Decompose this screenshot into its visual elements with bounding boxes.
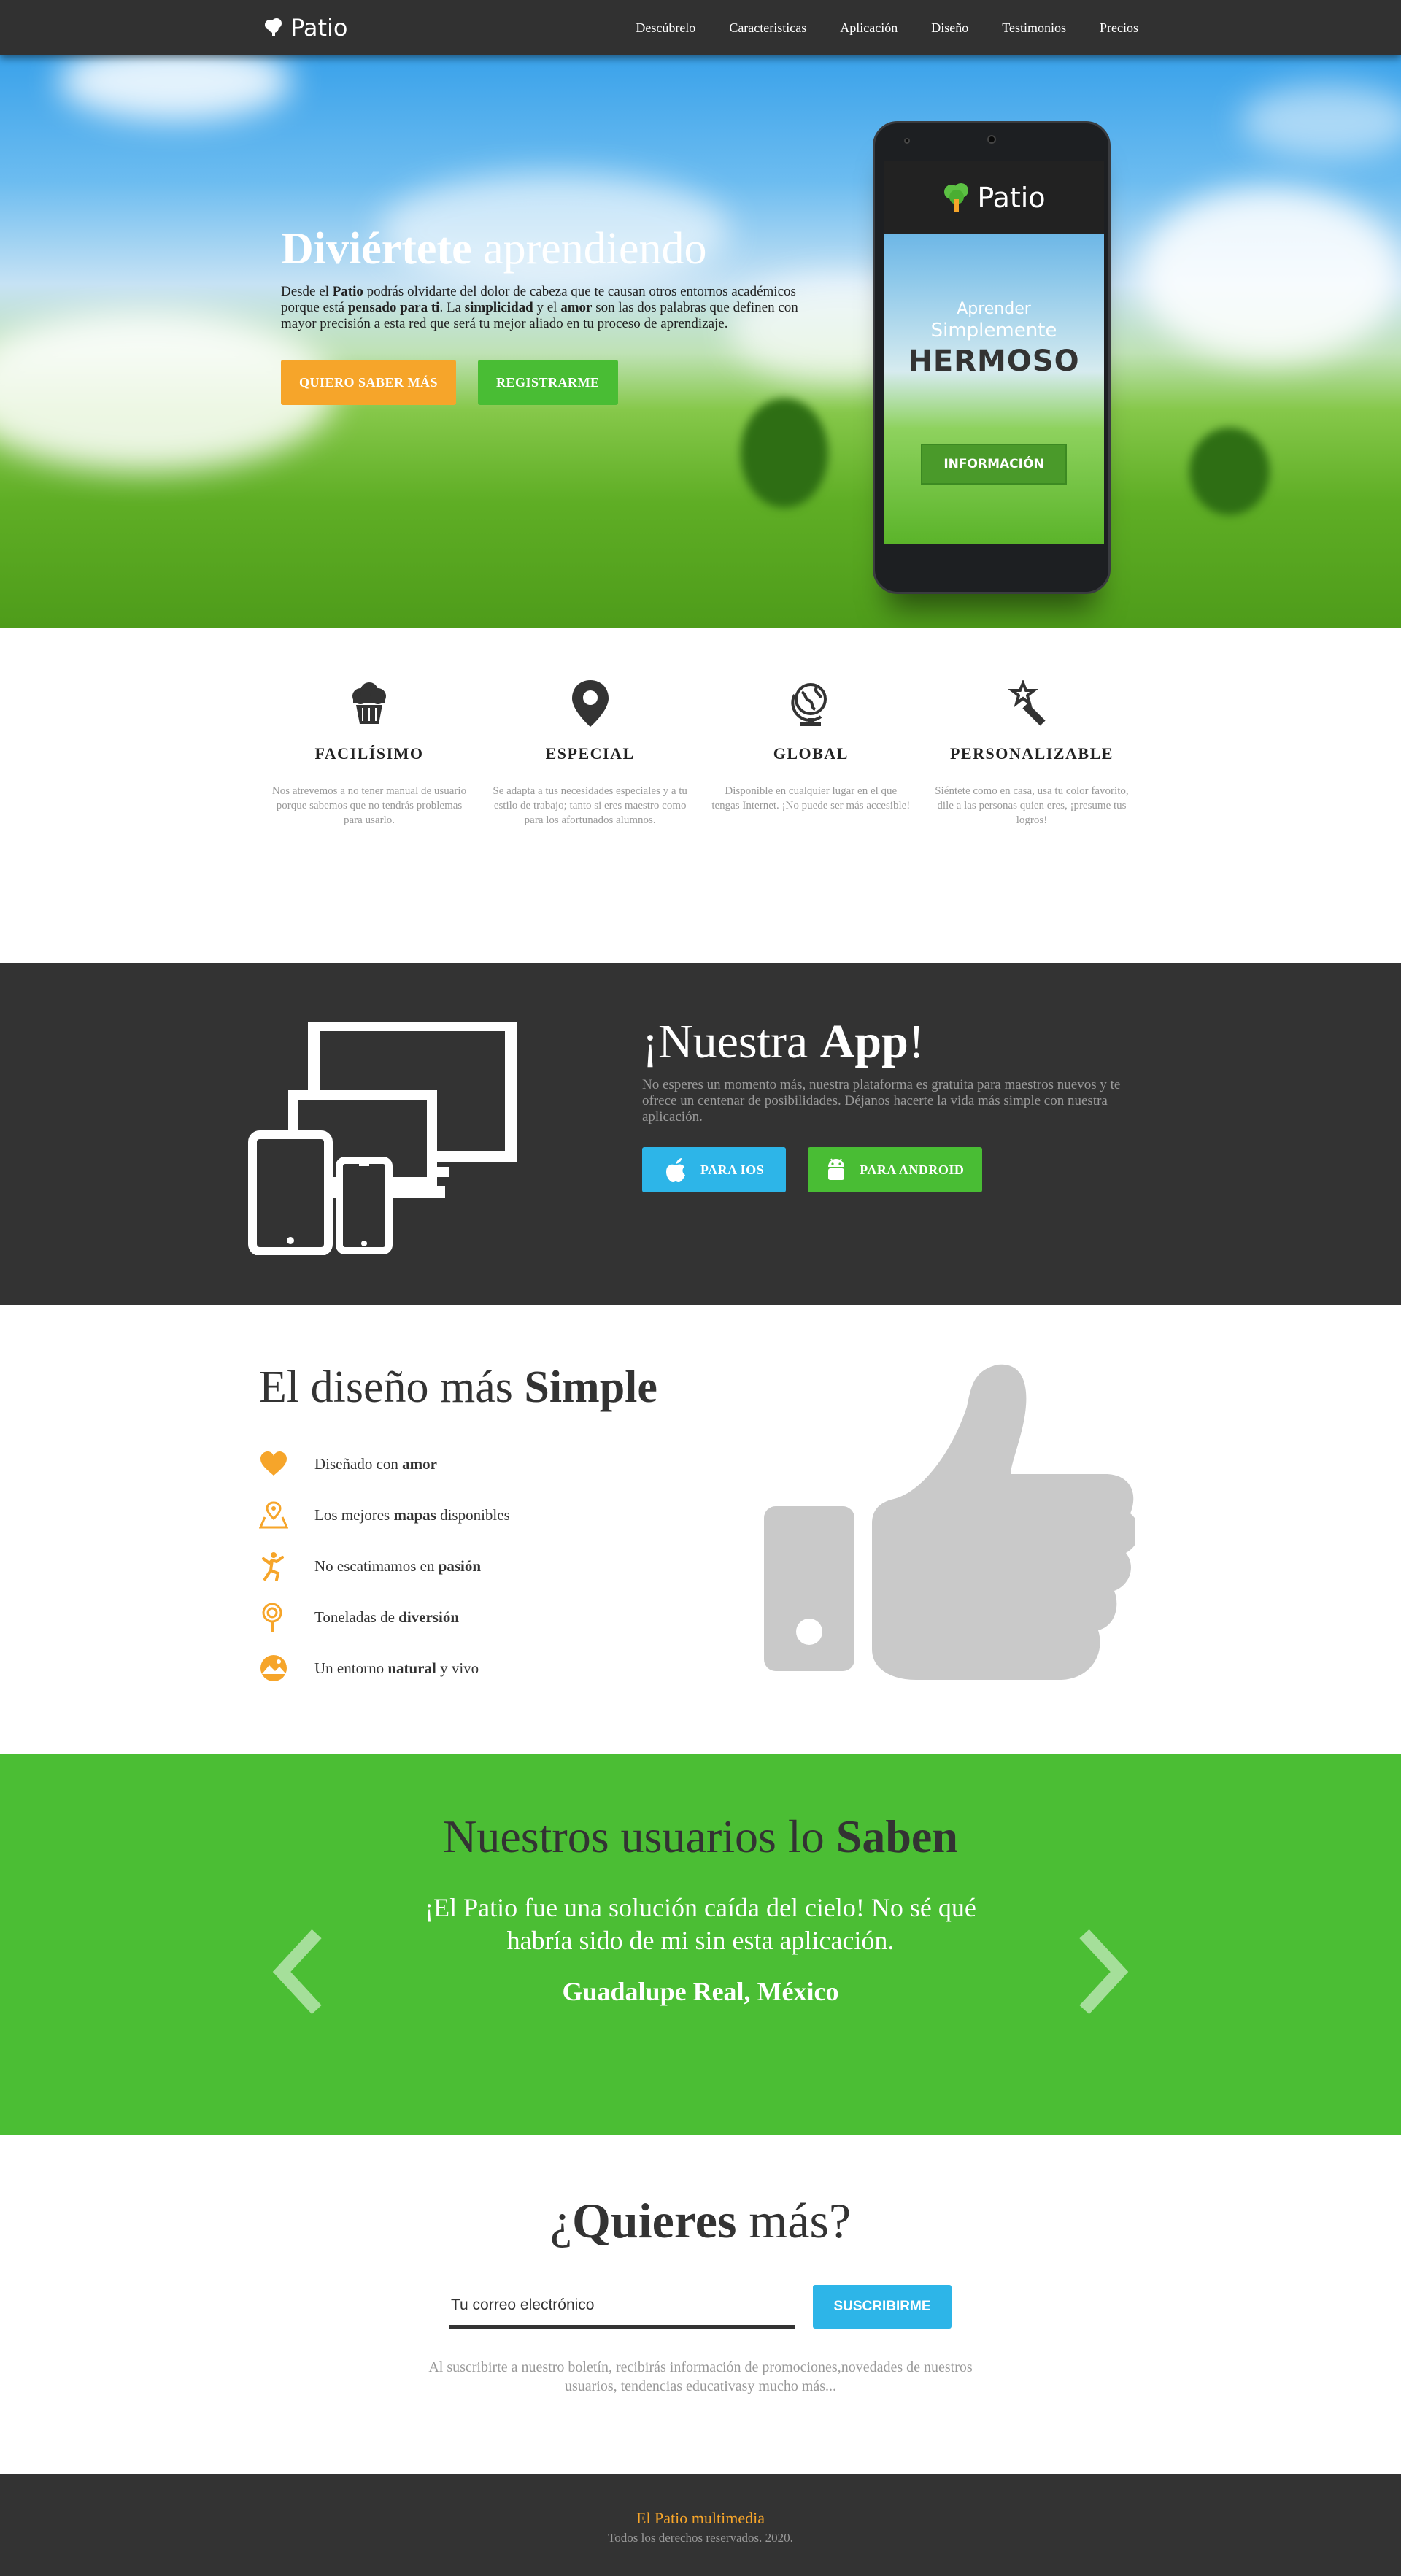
feature-global: GLOBAL Disponible en cualquier lugar en … — [711, 679, 910, 828]
android-button-label: PARA ANDROID — [860, 1162, 965, 1177]
cloud-decoration — [1138, 187, 1401, 362]
brand-logo[interactable]: Patio — [263, 14, 347, 42]
phone-line-simplemente: Simplemente — [930, 320, 1057, 342]
magic-wand-icon — [1008, 680, 1046, 726]
nav-link-diseno[interactable]: Diseño — [931, 20, 968, 36]
cupcake-icon — [352, 682, 386, 724]
thumbs-up-icon — [764, 1364, 1135, 1680]
phone-line-aprender: Aprender — [957, 300, 1031, 318]
nav-link-caracteristicas[interactable]: Caracteristicas — [729, 20, 806, 36]
register-button[interactable]: REGISTRARME — [478, 360, 618, 405]
testimonial-quote: ¡El Patio fue una solución caída del cie… — [425, 1893, 976, 1955]
phone-info-button[interactable]: INFORMACIÓN — [921, 444, 1067, 485]
design-section: El diseño más Simple Diseñado con amor L… — [0, 1305, 1401, 1754]
cloud-decoration — [58, 55, 292, 121]
feature-text: Disponible en cualquier lugar en el que … — [711, 785, 911, 811]
testimonial-author: Guadalupe Real, México — [562, 1977, 839, 2006]
globe-icon — [791, 683, 827, 726]
footer-copyright: Todos los derechos reservados. 2020. — [608, 2531, 793, 2545]
nav-link-aplicacion[interactable]: Aplicación — [840, 20, 898, 36]
feature-text: Se adapta a tus necesidades especiales y… — [493, 785, 687, 826]
feature-title: GLOBAL — [773, 744, 849, 763]
feature-title: FACILÍSIMO — [314, 744, 424, 763]
feature-title: PERSONALIZABLE — [949, 744, 1114, 763]
chevron-left-icon[interactable] — [271, 1929, 327, 2014]
feature-especial: ESPECIAL Se adapta a tus necesidades esp… — [491, 679, 690, 828]
tree-logo-icon — [265, 18, 282, 36]
list-item: Un entorno natural y vivo — [259, 1643, 726, 1694]
newsletter-form: SUSCRIBIRME — [0, 2285, 1401, 2329]
ios-download-button[interactable]: PARA IOS — [642, 1147, 787, 1192]
footer-brand: El Patio multimedia — [636, 2509, 765, 2527]
app-info: ¡Nuestra App! No esperes un momento más,… — [642, 963, 1138, 1305]
feature-text: Siéntete como en casa, usa tu color favo… — [935, 785, 1129, 826]
phone-line-hermoso: HERMOSO — [908, 344, 1080, 378]
thumbs-up-illustration — [726, 1305, 1142, 1754]
app-section: ¡Nuestra App! No esperes un momento más,… — [0, 963, 1401, 1305]
list-item: Los mejores mapas disponibles — [259, 1489, 726, 1540]
learn-more-button[interactable]: QUIERO SABER MÁS — [281, 360, 457, 405]
hero-content: Diviértete aprendiendo Desde el Patio po… — [281, 223, 821, 405]
heart-icon — [260, 1451, 287, 1476]
landscape-icon — [260, 1655, 287, 1681]
devices-illustration — [248, 963, 620, 1305]
design-title: El diseño más Simple — [259, 1362, 657, 1412]
phone-brand: Patio — [977, 182, 1046, 214]
app-description: No esperes un momento más, nuestra plata… — [642, 1077, 1121, 1125]
hero-section: Diviértete aprendiendo Desde el Patio po… — [0, 55, 1401, 628]
app-buttons: PARA IOS PARA ANDROID — [642, 1147, 1138, 1192]
newsletter-title: ¿Quieres más? — [549, 2193, 852, 2248]
chevron-right-icon[interactable] — [1074, 1929, 1130, 2014]
email-input[interactable] — [449, 2285, 795, 2329]
testimonials-section: Nuestros usuarios lo Saben ¡El Patio fue… — [0, 1754, 1401, 2135]
tree-decoration — [741, 398, 828, 508]
hero-title: Diviértete aprendiendo — [281, 224, 707, 274]
devices-icon — [248, 1022, 517, 1255]
ios-button-label: PARA IOS — [700, 1162, 765, 1177]
hero-buttons: QUIERO SABER MÁS REGISTRARME — [281, 360, 821, 405]
cloud-decoration — [1240, 85, 1401, 158]
phone-app-header: Patio — [884, 161, 1104, 234]
phone-sensor — [904, 138, 910, 144]
newsletter-section: ¿Quieres más? SUSCRIBIRME Al suscribirte… — [0, 2135, 1401, 2474]
feature-title: ESPECIAL — [545, 744, 635, 763]
phone-screen: Patio Aprender Simplemente HERMOSO INFOR… — [884, 161, 1104, 544]
nav-link-descubrelo[interactable]: Descúbrelo — [636, 20, 695, 36]
app-title: ¡Nuestra App! — [642, 1015, 925, 1068]
phone-mockup: Patio Aprender Simplemente HERMOSO INFOR… — [873, 121, 1111, 594]
subscribe-button[interactable]: SUSCRIBIRME — [813, 2285, 952, 2329]
design-content: El diseño más Simple Diseñado con amor L… — [259, 1305, 726, 1754]
android-icon — [828, 1158, 845, 1180]
features-section: FACILÍSIMO Nos atrevemos a no tener manu… — [0, 628, 1401, 963]
apple-icon — [666, 1158, 685, 1182]
testimonials-title: Nuestros usuarios lo Saben — [443, 1810, 958, 1862]
brand-name: Patio — [290, 14, 348, 42]
top-navbar: Patio Descúbrelo Caracteristicas Aplicac… — [0, 0, 1401, 55]
feature-facilisimo: FACILÍSIMO Nos atrevemos a no tener manu… — [270, 679, 468, 828]
design-feature-list: Diseñado con amor Los mejores mapas disp… — [259, 1438, 726, 1694]
map-icon — [259, 1501, 288, 1529]
list-item: Toneladas de diversión — [259, 1592, 726, 1643]
tree-logo-icon — [944, 183, 969, 212]
list-item: No escatimamos en pasión — [259, 1540, 726, 1592]
feature-text: Nos atrevemos a no tener manual de usuar… — [271, 785, 467, 826]
phone-camera — [987, 135, 996, 144]
map-pin-icon — [571, 680, 609, 727]
hero-description: Desde el Patio podrás olvidarte del dolo… — [281, 284, 798, 331]
list-item: Diseñado con amor — [259, 1438, 726, 1489]
nav-link-precios[interactable]: Precios — [1100, 20, 1138, 36]
feature-personalizable: PERSONALIZABLE Siéntete como en casa, us… — [933, 679, 1131, 828]
android-download-button[interactable]: PARA ANDROID — [808, 1147, 983, 1192]
lollipop-icon — [262, 1603, 282, 1632]
newsletter-note: Al suscribirte a nuestro boletín, recibi… — [428, 2359, 973, 2394]
runner-icon — [262, 1552, 284, 1581]
tree-decoration — [1189, 428, 1270, 515]
footer: El Patio multimedia Todos los derechos r… — [0, 2474, 1401, 2576]
nav-link-testimonios[interactable]: Testimonios — [1002, 20, 1066, 36]
nav-menu: Descúbrelo Caracteristicas Aplicación Di… — [636, 20, 1138, 36]
